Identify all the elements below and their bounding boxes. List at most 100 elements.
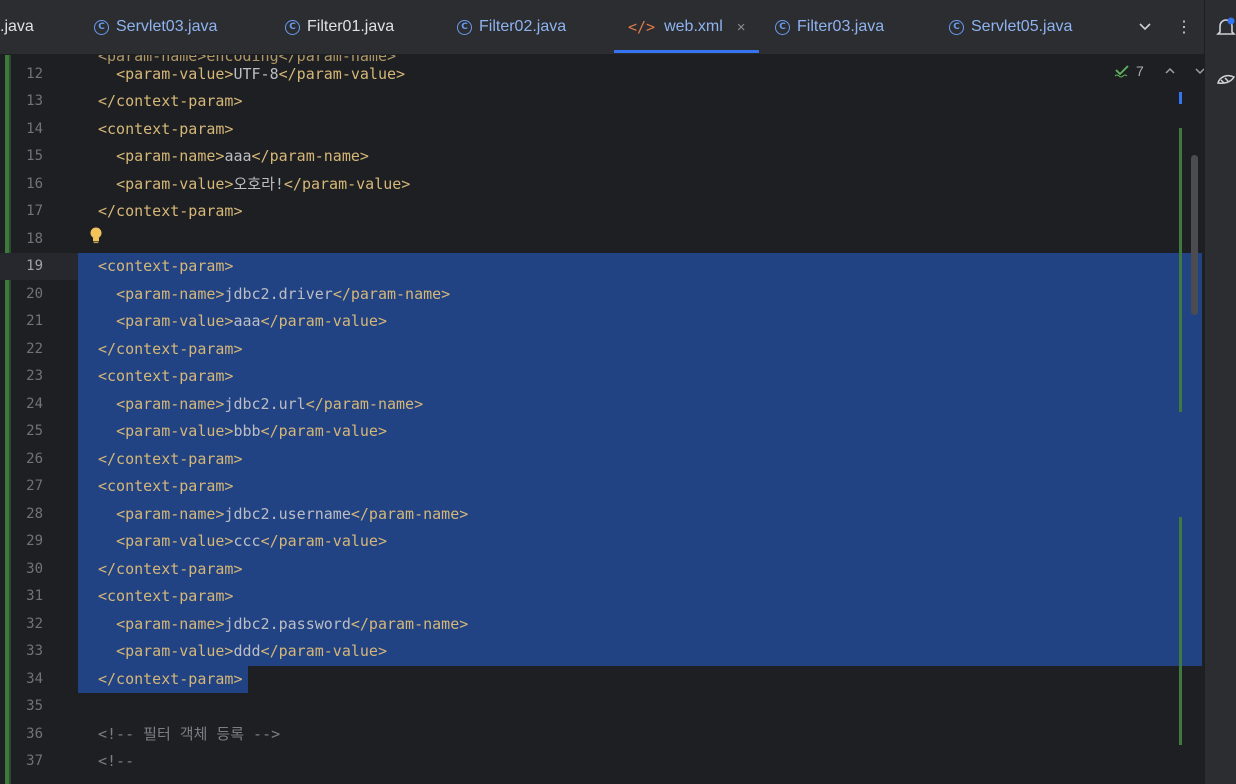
code-line[interactable]: 15 <param-name>aaa</param-name> bbox=[0, 143, 1180, 170]
vertical-scrollbar-thumb[interactable] bbox=[1191, 155, 1198, 315]
code-line[interactable]: 32 <param-name>jdbc2.password</param-nam… bbox=[0, 611, 1180, 638]
xml-text bbox=[98, 395, 116, 413]
tab-filter02[interactable]: C Filter02.java bbox=[457, 0, 566, 54]
tab-label: Filter02.java bbox=[479, 18, 567, 35]
xml-tag: </param-name> bbox=[350, 504, 469, 523]
xml-tag: <param-value> bbox=[116, 532, 234, 550]
line-number: 13 bbox=[26, 93, 43, 109]
tab-filter03[interactable]: C Filter03.java bbox=[775, 0, 884, 54]
inspection-check-icon bbox=[1114, 65, 1129, 78]
code-text: <param-value>오호라!</param-value> bbox=[98, 171, 410, 198]
code-line[interactable]: 29 <param-value>ccc</param-value> bbox=[0, 528, 1180, 555]
line-number: 23 bbox=[26, 368, 43, 384]
code-line[interactable]: 36 <!-- 필터 객체 등록 --> bbox=[0, 721, 1180, 748]
next-highlight-icon[interactable] bbox=[1194, 67, 1204, 75]
xml-tag: </param-name> bbox=[332, 284, 451, 303]
line-number: 21 bbox=[26, 313, 43, 329]
line-number: 37 bbox=[26, 753, 43, 769]
line-number: 15 bbox=[26, 148, 43, 164]
code-text: <param-value>bbb</param-value> bbox=[98, 418, 387, 445]
previous-highlight-icon[interactable] bbox=[1164, 67, 1176, 75]
line-number: 28 bbox=[26, 505, 43, 522]
code-line[interactable]: 31 <context-param> bbox=[0, 583, 1180, 610]
xml-tag: <param-name> bbox=[116, 284, 225, 303]
line-number: 33 bbox=[26, 643, 43, 659]
xml-tag: <param-value> bbox=[116, 312, 234, 330]
code-line[interactable]: 22 </context-param> bbox=[0, 336, 1180, 363]
line-number: 26 bbox=[26, 450, 43, 467]
code-line[interactable]: 18 bbox=[0, 226, 1180, 253]
code-line[interactable]: 19 <context-param> bbox=[0, 253, 1180, 280]
xml-tag: </param-value> bbox=[260, 642, 387, 660]
close-tab-icon[interactable]: × bbox=[737, 19, 746, 36]
code-line[interactable]: 14 <context-param> bbox=[0, 116, 1180, 143]
editor-tab-bar: .java C Servlet03.java C Filter01.java C… bbox=[0, 0, 1204, 55]
code-line[interactable]: 20 <param-name>jdbc2.driver</param-name> bbox=[0, 281, 1180, 308]
line-number: 35 bbox=[26, 698, 43, 714]
code-line[interactable]: 17 </context-param> bbox=[0, 198, 1180, 225]
line-number: 27 bbox=[26, 478, 43, 494]
tab-servlet05[interactable]: C Servlet05.java bbox=[949, 0, 1072, 54]
tab-label: Filter03.java bbox=[797, 18, 885, 35]
tab-filter01[interactable]: C Filter01.java bbox=[285, 0, 394, 54]
tab-options-menu-button[interactable]: ⋮ bbox=[1176, 0, 1192, 54]
xml-text bbox=[98, 312, 116, 330]
database-tool-icon[interactable] bbox=[1215, 68, 1236, 90]
inspection-widget[interactable]: 7 bbox=[1114, 63, 1204, 79]
code-line[interactable]: 13 </context-param> bbox=[0, 88, 1180, 115]
code-line[interactable]: 33 <param-value>ddd</param-value> bbox=[0, 638, 1180, 665]
code-text: <param-value>ccc</param-value> bbox=[98, 528, 387, 555]
code-text: <!-- bbox=[98, 748, 134, 775]
xml-text bbox=[98, 642, 116, 660]
code-line[interactable]: 25 <param-value>bbb</param-value> bbox=[0, 418, 1180, 445]
code-editor[interactable]: <param-name>encoding</param-name> 12 <pa… bbox=[0, 55, 1204, 784]
xml-tag: </param-name> bbox=[251, 147, 369, 165]
lightbulb-intention-icon[interactable] bbox=[88, 226, 104, 246]
line-number: 36 bbox=[26, 725, 43, 742]
code-line[interactable]: 24 <param-name>jdbc2.url</param-name> bbox=[0, 391, 1180, 418]
code-text: </context-param> bbox=[98, 336, 243, 363]
code-text: <context-param> bbox=[98, 253, 233, 280]
xml-tag: <param-value> bbox=[116, 64, 234, 83]
xml-text: jdbc2.driver bbox=[224, 284, 333, 303]
tab-partial-java[interactable]: .java bbox=[0, 0, 34, 54]
code-line[interactable]: 30 </context-param> bbox=[0, 556, 1180, 583]
xml-tag: </context-param> bbox=[98, 202, 243, 220]
notifications-bell-icon[interactable] bbox=[1215, 16, 1236, 38]
code-line[interactable]: 37 <!-- bbox=[0, 748, 1180, 775]
xml-tag: </param-value> bbox=[260, 532, 387, 550]
line-number: 29 bbox=[26, 533, 43, 549]
xml-tag: <param-name> bbox=[116, 147, 225, 165]
code-text: <param-name>jdbc2.driver</param-name> bbox=[98, 281, 450, 308]
code-line[interactable]: 28 <param-name>jdbc2.username</param-nam… bbox=[0, 501, 1180, 528]
tab-web-xml[interactable]: </> web.xml × bbox=[628, 0, 746, 54]
code-line[interactable]: 16 <param-value>오호라!</param-value> bbox=[0, 171, 1180, 198]
xml-tag: <param-name> bbox=[116, 504, 225, 523]
code-line[interactable]: 21 <param-value>aaa</param-value> bbox=[0, 308, 1180, 335]
code-text: <context-param> bbox=[98, 473, 233, 500]
more-tabs-button[interactable] bbox=[1138, 0, 1152, 54]
xml-tag: </context-param> bbox=[98, 669, 243, 688]
line-number: 22 bbox=[26, 340, 43, 357]
xml-tag: </param-value> bbox=[283, 174, 411, 193]
java-class-icon: C bbox=[94, 19, 109, 35]
code-line[interactable]: 12 <param-value>UTF-8</param-value> bbox=[0, 61, 1180, 88]
code-line[interactable]: 35 bbox=[0, 693, 1180, 720]
code-line[interactable]: 27 <context-param> bbox=[0, 473, 1180, 500]
code-line[interactable]: 34 </context-param> bbox=[0, 666, 1180, 693]
java-class-icon: C bbox=[949, 19, 964, 35]
code-text: <param-value>ddd</param-value> bbox=[98, 638, 387, 665]
code-text: <param-value>aaa</param-value> bbox=[98, 308, 387, 335]
xml-tag: <context-param> bbox=[98, 257, 234, 275]
code-text: <param-name>jdbc2.url</param-name> bbox=[98, 391, 423, 418]
code-text: <param-name>jdbc2.password</param-name> bbox=[98, 611, 468, 638]
xml-tag: <param-value> bbox=[116, 422, 234, 440]
code-line[interactable]: 26 </context-param> bbox=[0, 446, 1180, 473]
tab-servlet03[interactable]: C Servlet03.java bbox=[94, 0, 217, 54]
code-line[interactable]: 23 <context-param> bbox=[0, 363, 1180, 390]
line-number: 24 bbox=[26, 395, 43, 412]
code-text: </context-param> bbox=[98, 88, 243, 115]
tab-label: Servlet05.java bbox=[971, 18, 1073, 35]
tab-label: Filter01.java bbox=[307, 18, 395, 35]
line-number: 12 bbox=[26, 65, 43, 82]
